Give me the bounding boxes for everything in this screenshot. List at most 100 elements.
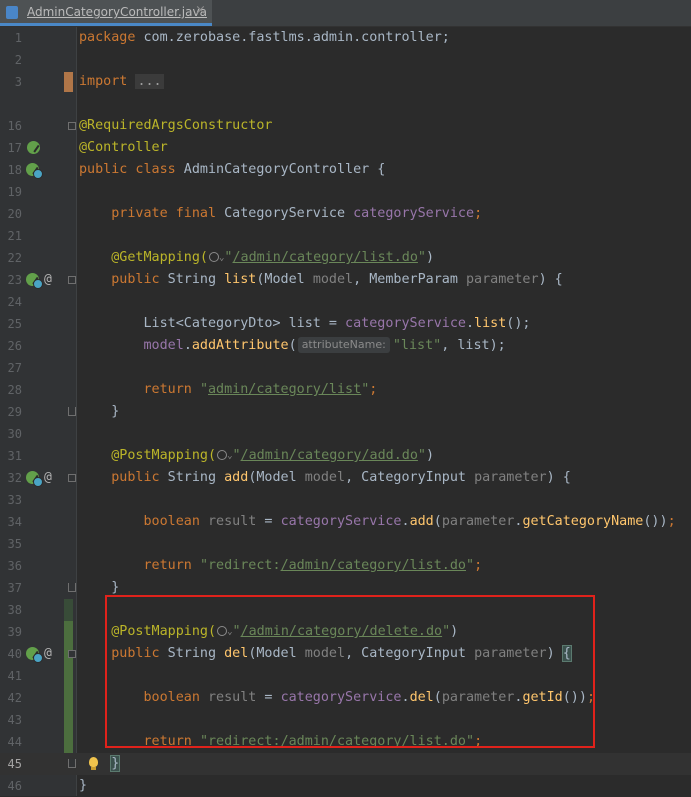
fold-icon[interactable]	[68, 276, 76, 284]
folded-imports[interactable]: ...	[135, 74, 164, 89]
line-number: 27	[7, 361, 22, 375]
line-number: 28	[7, 383, 22, 397]
at-sign-icon[interactable]: @	[44, 471, 52, 485]
brace: ) {	[546, 470, 571, 485]
url-path[interactable]: /admin/category/list.do	[281, 558, 466, 573]
param-name: model	[312, 272, 354, 287]
code-line: 30	[0, 423, 691, 445]
method-call: list	[474, 316, 507, 331]
fold-icon[interactable]	[68, 474, 76, 482]
current-line: 45 }	[0, 753, 691, 775]
code-line: 25 List<CategoryDto> list = categoryServ…	[0, 313, 691, 335]
code-line: 31 @PostMapping(⌄"/admin/category/add.do…	[0, 445, 691, 467]
code-line: 2	[0, 49, 691, 71]
line-number: 43	[7, 713, 22, 727]
code-line: 27	[0, 357, 691, 379]
fold-icon[interactable]	[68, 407, 76, 416]
line-number: 41	[7, 669, 22, 683]
line-number: 3	[14, 75, 22, 89]
field-name: categoryService	[353, 206, 475, 221]
spring-web-icon	[33, 477, 43, 487]
field-name: categoryService	[345, 316, 466, 331]
code-line: 21	[0, 225, 691, 247]
param-name: model	[304, 470, 346, 485]
redirect-prefix: redirect:	[208, 558, 281, 573]
type: CategoryService	[216, 206, 354, 221]
line-number: 22	[7, 251, 22, 265]
tab-admin-category-controller[interactable]: AdminCategoryController.java ×	[0, 0, 212, 26]
keyword: public	[111, 470, 160, 485]
keyword: public class	[79, 162, 176, 177]
line-number: 36	[7, 559, 22, 573]
fold-icon[interactable]	[68, 650, 76, 658]
dot: .	[183, 338, 192, 353]
editor-tab-bar: AdminCategoryController.java ×	[0, 0, 691, 27]
package-name: com.zerobase.fastlms.admin.controller;	[135, 30, 450, 45]
type: String	[159, 470, 225, 485]
line-number: 46	[7, 779, 22, 793]
code-line: 1 package com.zerobase.fastlms.admin.con…	[0, 27, 691, 49]
highlight-box	[105, 595, 595, 748]
param-type: (Model	[256, 272, 313, 287]
line-number: 19	[7, 185, 22, 199]
at-sign-icon[interactable]: @	[44, 273, 52, 287]
close-tab-icon[interactable]: ×	[195, 3, 206, 18]
fold-icon[interactable]	[68, 122, 76, 130]
code-line: 34 boolean result = categoryService.add(…	[0, 511, 691, 533]
tab-label: AdminCategoryController.java	[27, 5, 207, 19]
annotation: @PostMapping(	[111, 448, 217, 463]
spring-web-icon	[33, 279, 43, 289]
url-path[interactable]: /admin/category/add.do	[241, 448, 418, 463]
at-sign-icon[interactable]: @	[44, 647, 52, 661]
line-number: 44	[7, 735, 22, 749]
fold-icon[interactable]	[68, 583, 76, 592]
brace: }	[111, 580, 120, 595]
line-number: 21	[7, 229, 22, 243]
spring-web-icon	[33, 169, 43, 179]
line-number: 17	[7, 141, 22, 155]
java-file-icon	[6, 6, 18, 19]
code-text: , list);	[441, 338, 506, 353]
keyword: package	[79, 30, 136, 45]
line-number: 35	[7, 537, 22, 551]
line-number: 34	[7, 515, 22, 529]
line-number: 39	[7, 625, 22, 639]
code-line: 32 @ public String add(Model model, Cate…	[0, 467, 691, 489]
line-number: 33	[7, 493, 22, 507]
line-number: 24	[7, 295, 22, 309]
line-number: 2	[14, 53, 22, 67]
parameter-hint: attributeName:	[297, 337, 390, 353]
param-type: (Model	[248, 470, 305, 485]
fold-icon[interactable]	[64, 72, 73, 92]
code-line: 36 return "redirect:/admin/category/list…	[0, 555, 691, 577]
code-text: ();	[506, 316, 531, 331]
line-number: 42	[7, 691, 22, 705]
bean-icon[interactable]	[27, 141, 40, 154]
url-path[interactable]: /admin/category/list.do	[232, 250, 417, 265]
line-number: 1	[14, 31, 22, 45]
line-number: 23	[7, 273, 22, 287]
fold-icon[interactable]	[68, 759, 76, 768]
line-number: 31	[7, 449, 22, 463]
code-line: 19	[0, 181, 691, 203]
globe-icon[interactable]	[217, 450, 228, 460]
keyword: return	[143, 558, 192, 573]
semicolon: ;	[474, 206, 483, 221]
dot: .	[465, 316, 475, 331]
field-name: categoryService	[280, 514, 402, 529]
code-line: 3 import ...	[0, 71, 691, 93]
param-type: , MemberParam	[353, 272, 466, 287]
spring-web-icon	[33, 653, 43, 663]
param-name: parameter	[474, 470, 547, 485]
code-line: 22 @GetMapping(⌄"/admin/category/list.do…	[0, 247, 691, 269]
code-line: 18 public class AdminCategoryController …	[0, 159, 691, 181]
method-name: add	[224, 470, 249, 485]
line-number: 26	[7, 339, 22, 353]
param-name: parameter	[466, 272, 539, 287]
line-number: 20	[7, 207, 22, 221]
param-name: model	[143, 338, 184, 353]
view-path[interactable]: admin/category/list	[208, 382, 361, 397]
code-line: 46 }	[0, 775, 691, 797]
globe-icon[interactable]	[209, 252, 219, 262]
line-number: 16	[7, 119, 22, 133]
